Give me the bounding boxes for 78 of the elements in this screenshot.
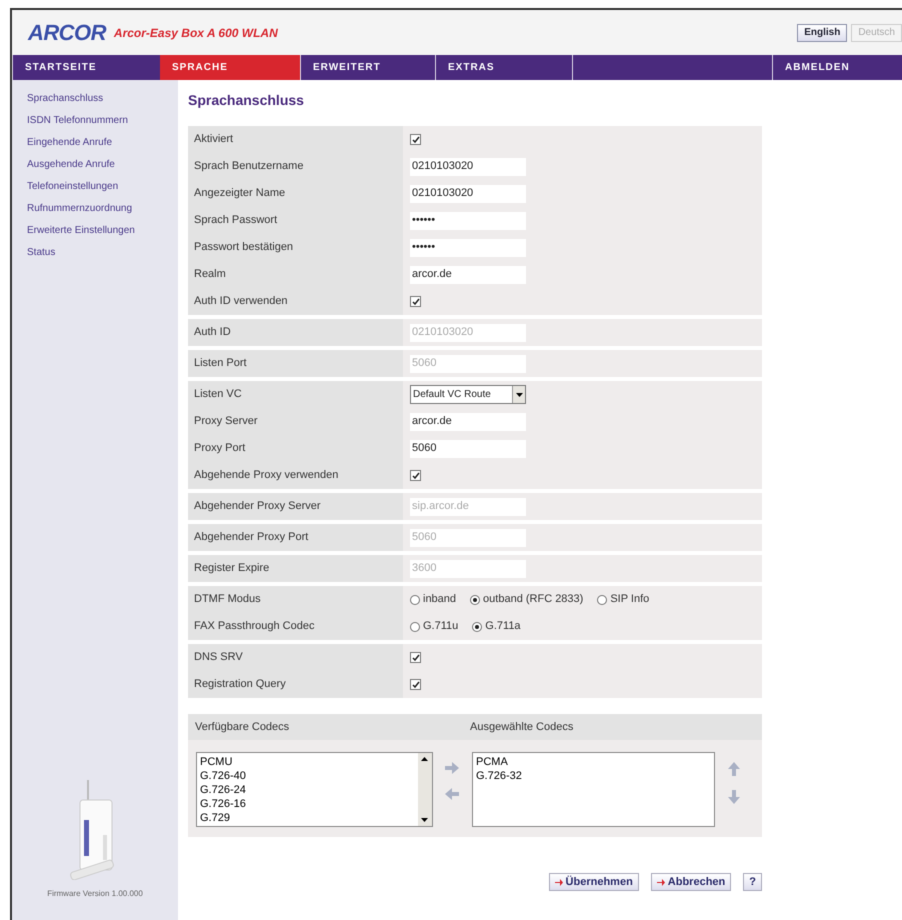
checkbox[interactable] (410, 296, 421, 307)
caret-icon[interactable] (512, 386, 525, 403)
checkbox[interactable] (410, 679, 421, 690)
nav-tab[interactable]: ERWEITERT (300, 55, 435, 80)
radio-label: G.711a (485, 619, 521, 634)
list-item[interactable]: G.726-24 (200, 783, 415, 797)
field-label: Aktiviert (194, 132, 234, 148)
list-item[interactable]: PCMA (476, 755, 711, 769)
firmware-version: Firmware Version 1.00.000 (47, 888, 143, 900)
codec-list[interactable]: PCMA G.726-32 (472, 752, 715, 827)
input-field[interactable]: 0210103020 (410, 184, 526, 202)
field-label: Register Expire (194, 561, 270, 576)
input-field[interactable]: •••••• (410, 212, 526, 230)
apply-button[interactable]: Übernehmen (548, 873, 639, 891)
page-title: Sprachanschluss (188, 91, 305, 110)
field-label: Abgehende Proxy verwenden (194, 468, 338, 484)
product-name: Arcor-Easy Box A 600 WLAN (114, 24, 278, 42)
dropdown[interactable]: Default VC Route (410, 385, 526, 404)
field-label: Listen VC (194, 387, 242, 402)
nav-tab[interactable]: SPRACHE (160, 55, 300, 80)
checkbox[interactable] (410, 470, 421, 481)
field-label: Proxy Port (194, 441, 246, 456)
field-label: Sprach Benutzername (194, 159, 304, 174)
radio-button[interactable] (410, 622, 420, 632)
input-field[interactable]: arcor.de (410, 266, 526, 284)
arrow-right-icon (554, 878, 563, 886)
radio-button[interactable] (597, 594, 608, 604)
sidebar-link[interactable]: Status (27, 246, 137, 260)
field-label: Passwort bestätigen (194, 240, 294, 256)
input-field[interactable]: arcor.de (410, 412, 526, 430)
input-field[interactable]: 0210103020 (410, 158, 526, 176)
field-label: Sprach Passwort (194, 213, 278, 228)
dropdown-value: Default VC Route (413, 388, 492, 402)
scrollbar[interactable] (418, 753, 432, 826)
field-label: Abgehender Proxy Port (194, 530, 308, 546)
field-label: DTMF Modus (194, 592, 261, 608)
field-label: Registration Query (194, 677, 286, 692)
field-label: DNS SRV (194, 650, 243, 666)
radio-label: inband (423, 592, 456, 608)
sidebar-link[interactable]: Erweiterte Einstellungen (27, 224, 137, 238)
checkbox[interactable] (410, 134, 421, 145)
sidebar-link[interactable]: ISDN Telefonnummern (27, 114, 137, 128)
radio-button[interactable] (410, 594, 420, 604)
sidebar-link[interactable]: Ausgehende Anrufe (27, 158, 137, 172)
field-label: Angezeigter Name (194, 186, 286, 202)
list-item[interactable]: PCMU (200, 755, 415, 769)
radio-button[interactable] (472, 622, 482, 632)
radio-label: G.711u (423, 619, 458, 634)
sidebar-link[interactable]: Telefoneinstellungen (27, 180, 137, 194)
language-button[interactable]: English (797, 24, 848, 42)
radio-button[interactable] (470, 594, 480, 604)
list-item[interactable]: G.726-40 (200, 769, 415, 783)
radio-label: SIP Info (610, 592, 650, 608)
field-label: Auth ID verwenden (194, 294, 288, 310)
field-label: Auth ID (194, 325, 231, 340)
logo: ARCOR (28, 19, 106, 47)
list-item[interactable]: G.726-32 (476, 769, 711, 783)
checkbox[interactable] (410, 652, 421, 663)
field-label: Proxy Server (194, 414, 258, 430)
field-label: Realm (194, 267, 226, 282)
column-heading: Verfügbare Codecs (194, 720, 290, 735)
input-field[interactable]: 5060 (410, 440, 526, 458)
field-label: FAX Passthrough Codec (194, 619, 314, 634)
nav-tab[interactable]: EXTRAS (435, 55, 572, 80)
cancel-button[interactable]: Abbrechen (650, 873, 732, 891)
field-label: Abgehender Proxy Server (194, 499, 321, 514)
nav-tab[interactable]: ABMELDEN (772, 55, 902, 80)
arrow-right-icon (656, 878, 665, 886)
sidebar-link[interactable]: Eingehende Anrufe (27, 136, 137, 150)
help-button[interactable]: ? (743, 873, 762, 891)
column-heading: Ausgewählte Codecs (470, 720, 574, 735)
sidebar-link[interactable]: Sprachanschluss (27, 92, 137, 106)
field-label: Listen Port (194, 356, 247, 372)
radio-label: outband (RFC 2833) (483, 592, 584, 608)
list-item[interactable]: G.729 (200, 811, 415, 825)
sidebar-link[interactable]: Rufnummernzuordnung (27, 202, 137, 216)
input-field[interactable]: •••••• (410, 238, 526, 256)
list-item[interactable]: G.726-16 (200, 797, 415, 811)
